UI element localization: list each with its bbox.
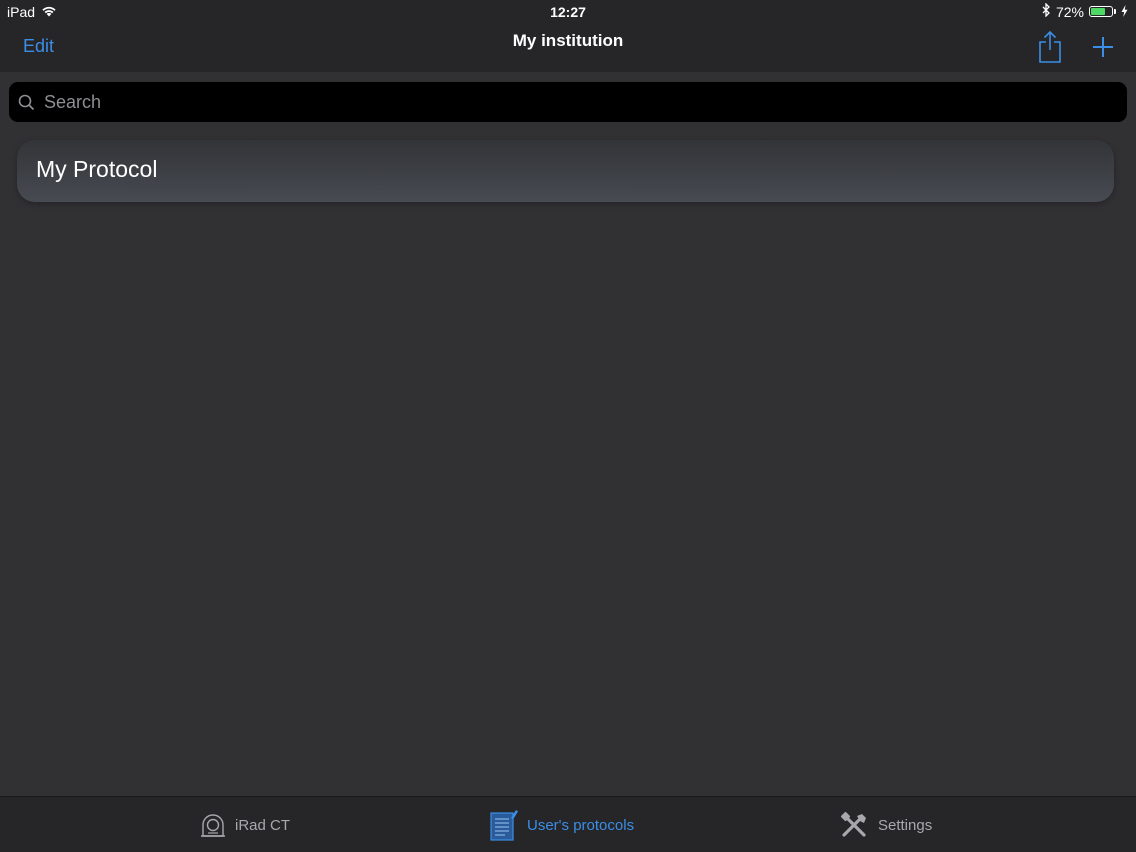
battery-percent: 72%	[1055, 3, 1084, 20]
tab-irad-ct[interactable]: iRad CT	[199, 807, 290, 843]
tab-bar: iRad CT User's protocols Settings	[0, 796, 1136, 852]
protocol-list-item[interactable]: My Protocol	[17, 140, 1114, 202]
app-screen: iPad 12:27 72% Edit My institution Searc…	[0, 0, 1136, 852]
tab-settings[interactable]: Settings	[840, 807, 932, 843]
tab-label: Settings	[878, 816, 933, 834]
add-icon[interactable]	[1090, 34, 1116, 60]
navigation-bar: Edit My institution	[0, 24, 1136, 72]
scanner-icon	[199, 812, 227, 838]
battery-icon	[1089, 6, 1116, 17]
search-bar[interactable]	[9, 82, 1127, 122]
tab-label: iRad CT	[235, 816, 291, 834]
share-icon[interactable]	[1036, 30, 1064, 64]
tab-users-protocols[interactable]: User's protocols	[489, 807, 634, 843]
bluetooth-icon	[1042, 2, 1051, 20]
search-input[interactable]	[42, 90, 1127, 114]
search-icon	[18, 94, 35, 111]
tools-icon	[840, 811, 870, 839]
battery-tip	[1114, 9, 1116, 14]
battery-level	[1091, 8, 1105, 15]
charging-icon	[1121, 4, 1128, 20]
status-time: 12:27	[550, 4, 586, 20]
protocol-label: My Protocol	[36, 156, 158, 182]
battery-body	[1089, 6, 1113, 17]
page-title: My institution	[512, 31, 624, 50]
tab-label: User's protocols	[527, 816, 635, 834]
document-icon	[489, 808, 519, 842]
status-right: 72%	[1042, 2, 1128, 20]
status-bar: iPad 12:27 72%	[0, 0, 1136, 24]
